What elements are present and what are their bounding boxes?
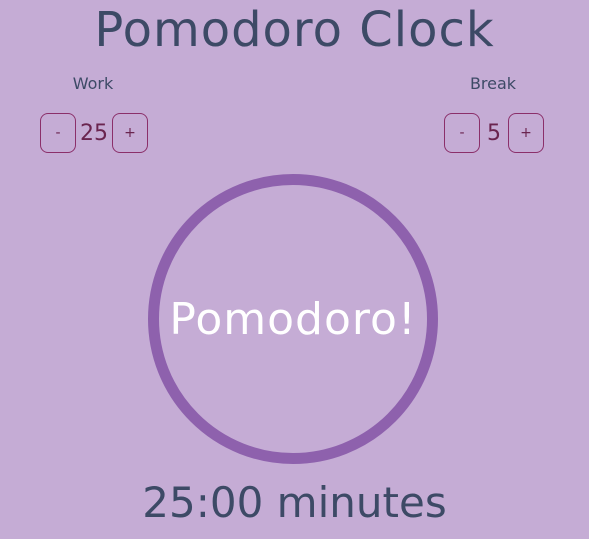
break-increment-button[interactable]: + bbox=[508, 113, 544, 153]
work-value: 25 bbox=[80, 120, 108, 146]
break-value: 5 bbox=[487, 120, 501, 146]
pomodoro-app: Pomodoro Clock Work - 25 + Break - 5 + P… bbox=[0, 0, 589, 539]
break-control: Break - 5 + bbox=[418, 72, 568, 162]
work-decrement-button[interactable]: - bbox=[40, 113, 76, 153]
work-stepper: - 25 + bbox=[39, 112, 149, 154]
break-decrement-button[interactable]: - bbox=[444, 113, 480, 153]
time-display: 25:00 minutes bbox=[142, 478, 447, 527]
timer-circle-label: Pomodoro! bbox=[169, 293, 417, 345]
work-label: Work bbox=[72, 74, 114, 93]
timer-circle-button[interactable]: Pomodoro! bbox=[148, 174, 438, 464]
work-increment-button[interactable]: + bbox=[112, 113, 148, 153]
work-control: Work - 25 + bbox=[18, 72, 168, 162]
page-title: Pomodoro Clock bbox=[94, 2, 495, 58]
break-label: Break bbox=[469, 74, 517, 93]
break-stepper: - 5 + bbox=[439, 112, 549, 154]
